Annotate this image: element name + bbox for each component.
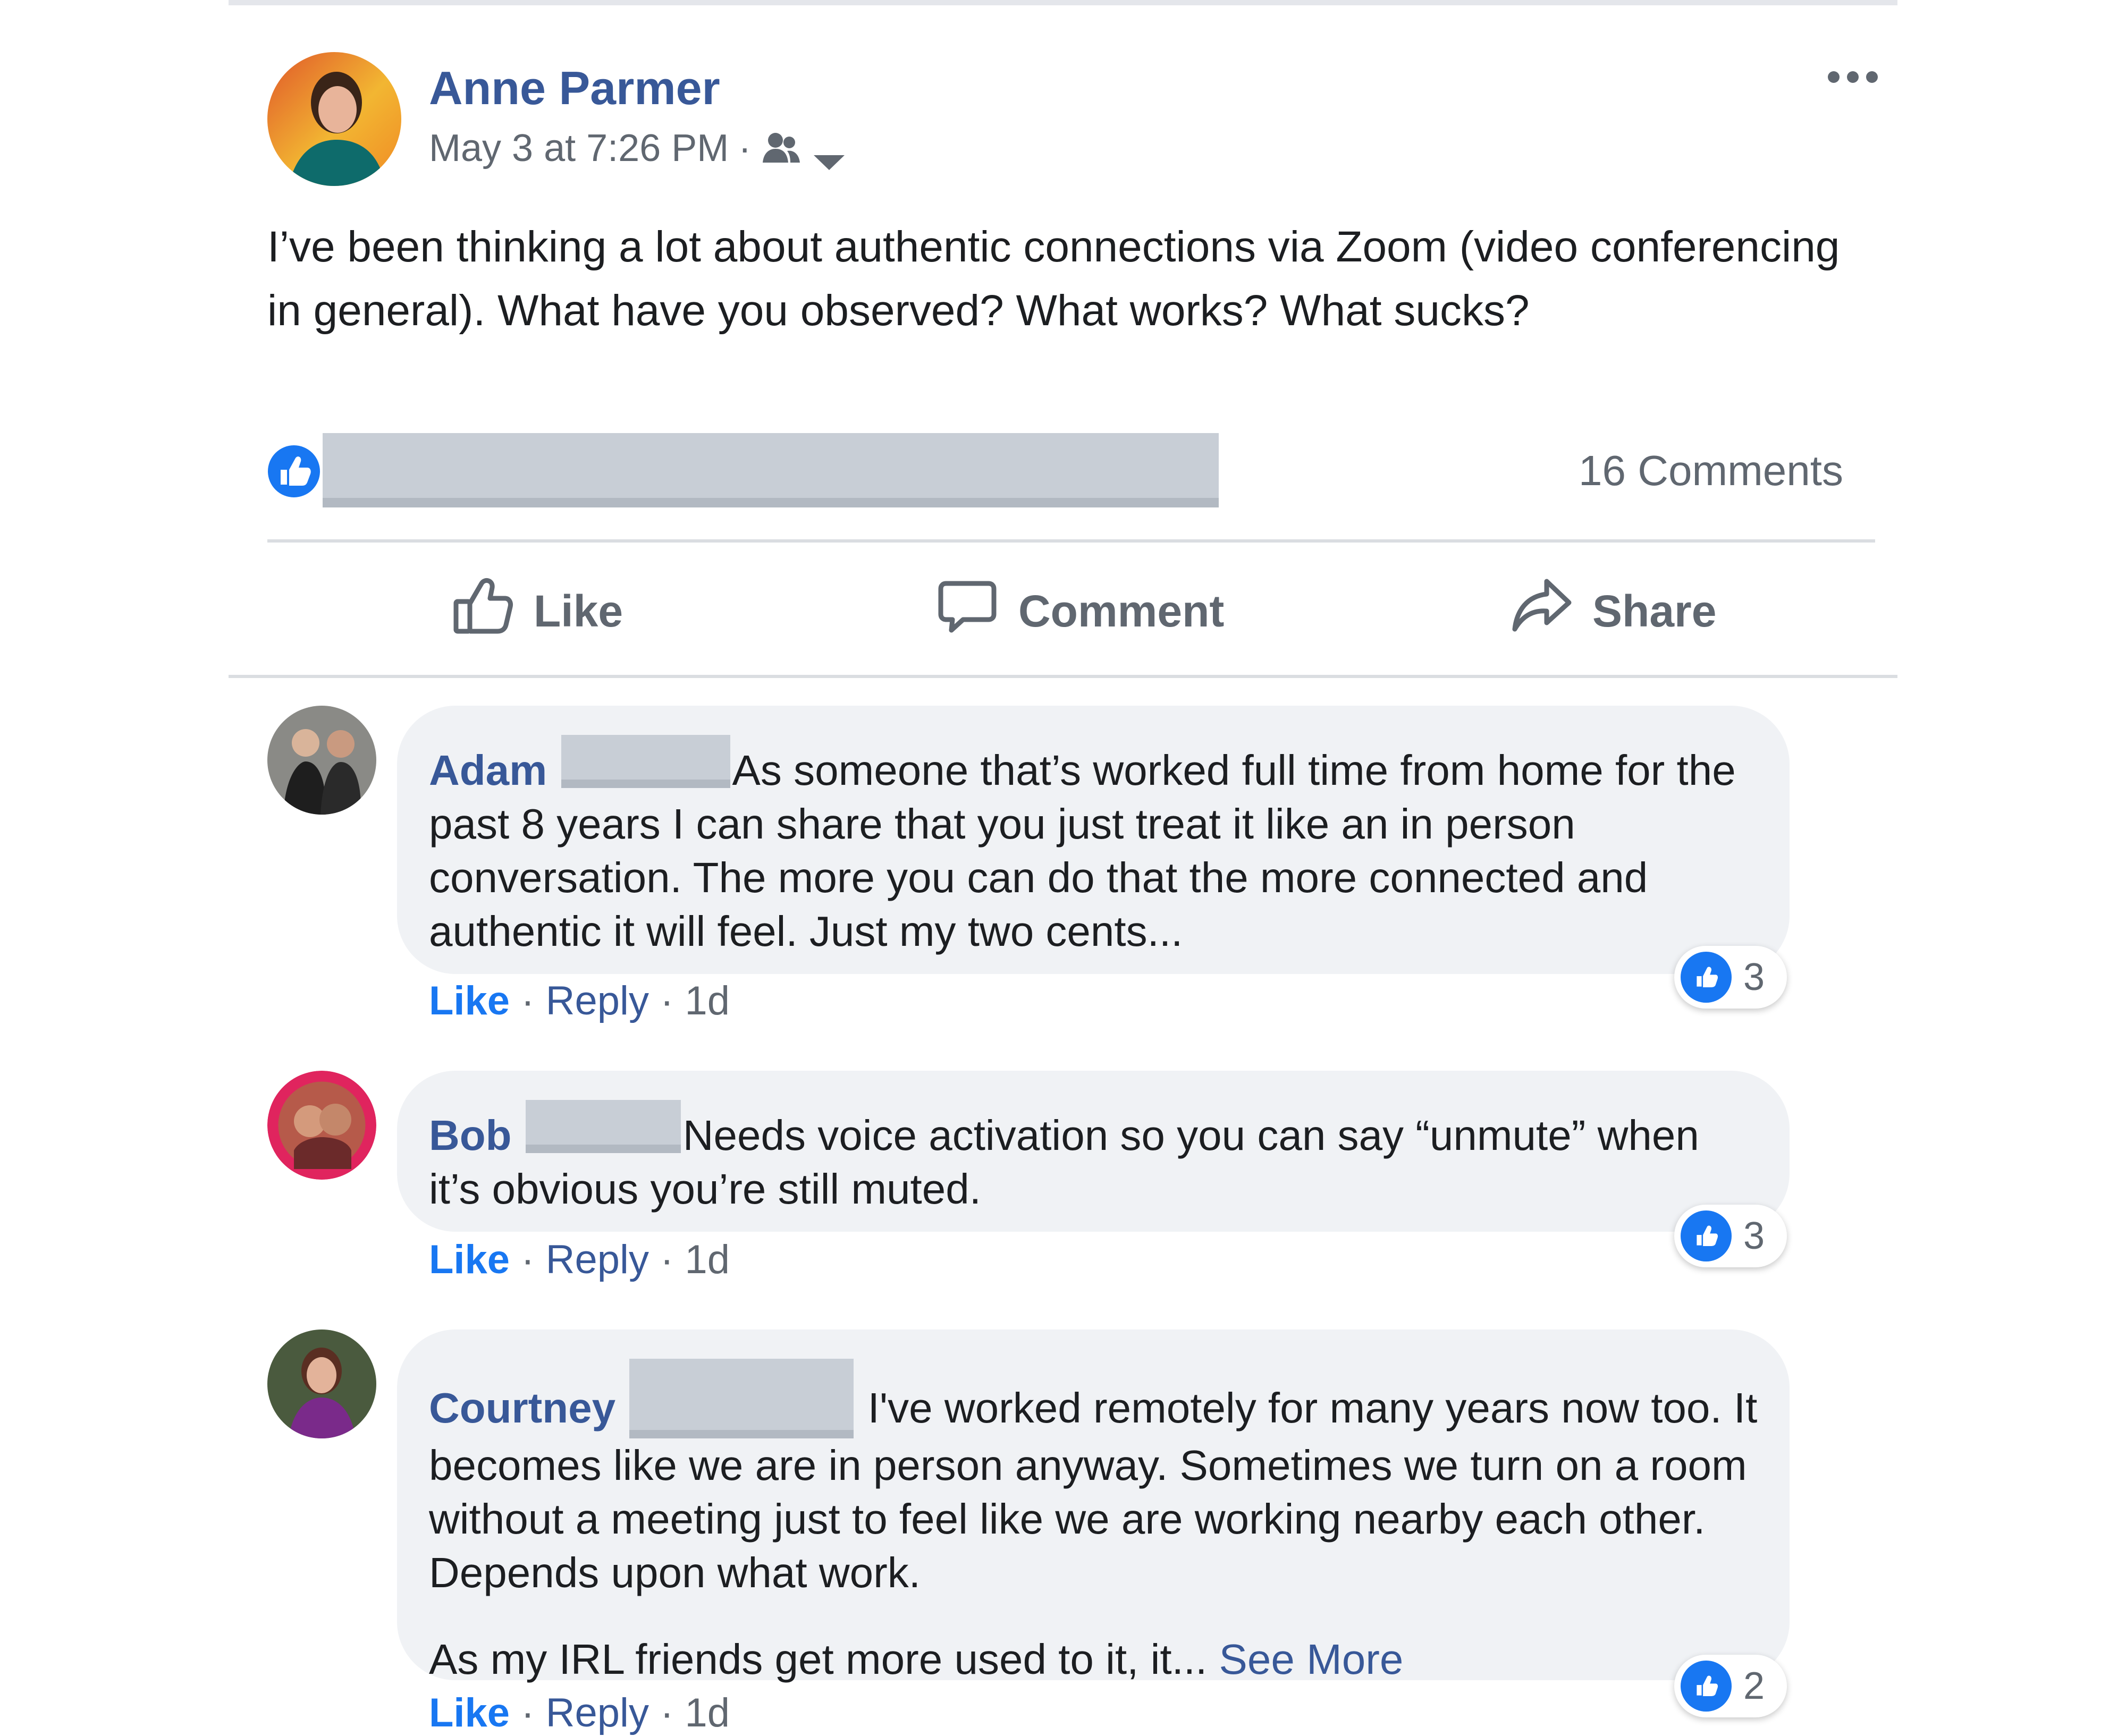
author-name[interactable]: Anne Parmer xyxy=(429,61,720,115)
comment-like-link[interactable]: Like xyxy=(429,978,510,1023)
author-avatar[interactable] xyxy=(267,52,401,186)
commenter-name[interactable]: Adam xyxy=(429,747,547,794)
comment-bubble: Courtney I've worked remotely for many y… xyxy=(397,1329,1790,1683)
comment-reactions[interactable]: 3 xyxy=(1674,1205,1787,1267)
comment-age[interactable]: 1d xyxy=(685,1690,730,1735)
comments-count[interactable]: 16 Comments xyxy=(1579,446,1843,495)
commenter-name[interactable]: Courtney xyxy=(429,1384,615,1432)
comment-text: I've worked remotely for many years now … xyxy=(429,1384,1758,1596)
reactors-redacted xyxy=(323,433,1219,507)
dot-icon xyxy=(1866,71,1878,83)
comment-reactions[interactable]: 3 xyxy=(1674,946,1787,1009)
reaction-count: 2 xyxy=(1743,1665,1765,1707)
audience-dropdown-icon[interactable] xyxy=(811,138,848,170)
like-reaction-icon xyxy=(1681,952,1732,1003)
comment-bubble: Bob Needs voice activation so you can sa… xyxy=(397,1071,1790,1232)
surname-redacted xyxy=(561,735,730,788)
like-button[interactable]: Like xyxy=(451,569,623,654)
comment-actions: Like · Reply · 1d xyxy=(429,978,730,1023)
comment-age[interactable]: 1d xyxy=(685,978,730,1023)
like-reaction-icon xyxy=(1681,1661,1732,1712)
comment-like-link[interactable]: Like xyxy=(429,1690,510,1735)
surname-redacted xyxy=(525,1100,681,1153)
thumbs-up-icon xyxy=(451,574,514,648)
comment-text-continued: As my IRL friends get more used to it, i… xyxy=(429,1636,1208,1683)
comment-reactions[interactable]: 2 xyxy=(1674,1655,1787,1717)
post-meta: May 3 at 7:26 PM · xyxy=(429,126,848,170)
divider xyxy=(229,675,1897,678)
comment-actions: Like · Reply · 1d xyxy=(429,1690,730,1735)
friends-icon[interactable] xyxy=(761,130,803,167)
comment-bubble: Adam As someone that’s worked full time … xyxy=(397,706,1790,974)
commenter-name[interactable]: Bob xyxy=(429,1112,512,1159)
comment-button-label: Comment xyxy=(1018,586,1225,636)
comment-button[interactable]: Comment xyxy=(935,569,1224,654)
post-text: I’ve been thinking a lot about authentic… xyxy=(267,223,1840,335)
dot-icon xyxy=(1847,71,1859,83)
like-reaction-icon[interactable] xyxy=(265,442,323,501)
commenter-avatar[interactable] xyxy=(267,1329,376,1438)
comment-reply-link[interactable]: Reply xyxy=(546,978,649,1023)
surname-redacted xyxy=(629,1359,854,1438)
post-card: Anne Parmer May 3 at 7:26 PM · I’ve been… xyxy=(229,0,1897,1735)
commenter-avatar[interactable] xyxy=(267,706,376,815)
comment-bubble-icon xyxy=(935,574,999,648)
share-button-label: Share xyxy=(1592,586,1717,636)
dot-icon xyxy=(1828,71,1840,83)
comment-age[interactable]: 1d xyxy=(685,1237,730,1282)
share-arrow-icon xyxy=(1509,574,1573,648)
commenter-avatar[interactable] xyxy=(267,1071,376,1180)
comment-actions: Like · Reply · 1d xyxy=(429,1237,730,1282)
like-reaction-icon xyxy=(1681,1210,1732,1261)
divider xyxy=(267,539,1875,543)
like-button-label: Like xyxy=(534,586,623,636)
post-timestamp[interactable]: May 3 at 7:26 PM xyxy=(429,126,729,170)
meta-separator: · xyxy=(738,127,752,170)
see-more-link[interactable]: See More xyxy=(1219,1636,1404,1683)
reaction-count: 3 xyxy=(1743,956,1765,998)
comment-like-link[interactable]: Like xyxy=(429,1237,510,1282)
post-options-button[interactable] xyxy=(1816,58,1890,96)
reaction-count: 3 xyxy=(1743,1215,1765,1257)
comment-reply-link[interactable]: Reply xyxy=(546,1690,649,1735)
share-button[interactable]: Share xyxy=(1509,569,1716,654)
comment-reply-link[interactable]: Reply xyxy=(546,1237,649,1282)
